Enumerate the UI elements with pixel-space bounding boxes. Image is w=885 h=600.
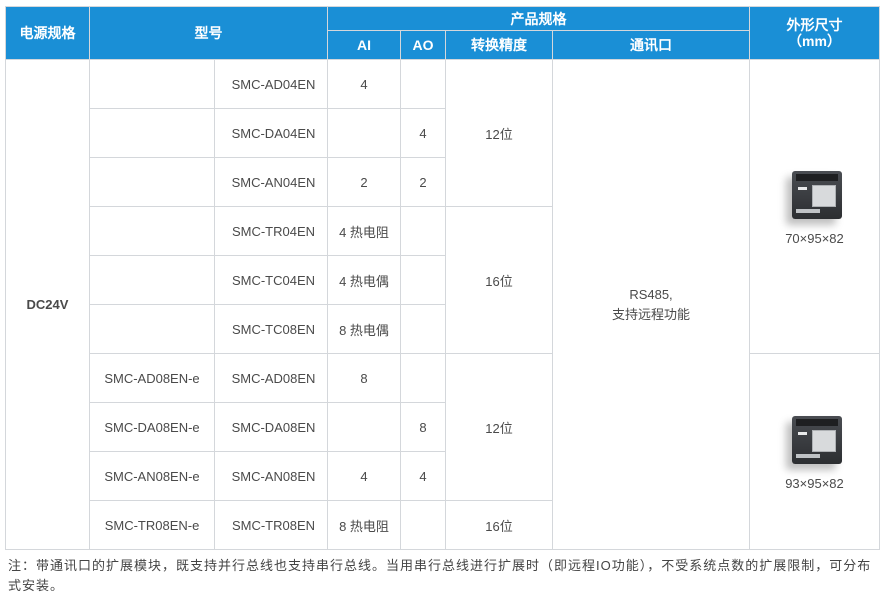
model-ext-cell [89,304,215,354]
ao-cell: 4 [400,451,446,501]
dimension-value: 70×95×82 [785,231,844,246]
ao-cell [400,304,446,354]
precision-cell: 12位 [445,353,553,501]
model-ext-cell [89,59,215,109]
model-ext-cell: SMC-AD08EN-e [89,353,215,403]
ai-cell: 8 [327,353,401,403]
comm-line2: 支持远程功能 [611,306,690,322]
ai-cell: 8 热电阻 [327,500,401,550]
ai-cell: 4 [327,59,401,109]
product-spec-table: 电源规格 型号 产品规格 外形尺寸 （mm） AI AO 转换精度 通讯口 DC… [5,6,880,550]
header-dimension: 外形尺寸 （mm） [749,6,880,60]
table-header: 电源规格 型号 产品规格 外形尺寸 （mm） AI AO 转换精度 通讯口 [5,6,880,60]
module-image [784,167,846,223]
ai-cell [327,108,401,158]
precision-cell: 16位 [445,500,553,550]
model-cell: SMC-TC04EN [214,255,328,305]
comm-cell: RS485, 支持远程功能 [552,59,750,550]
ai-cell [327,402,401,452]
header-comm: 通讯口 [552,30,750,60]
model-cell: SMC-DA08EN [214,402,328,452]
model-cell: SMC-AD04EN [214,59,328,109]
model-cell: SMC-DA04EN [214,108,328,158]
model-cell: SMC-AN04EN [214,157,328,207]
dimension-value: 93×95×82 [785,476,844,491]
model-cell: SMC-TR08EN [214,500,328,550]
ao-cell [400,255,446,305]
comm-line1: RS485, [629,286,673,302]
model-ext-cell: SMC-DA08EN-e [89,402,215,452]
model-cell: SMC-AN08EN [214,451,328,501]
model-ext-cell [89,255,215,305]
ao-cell: 4 [400,108,446,158]
table-body: DC24V SMC-AD04EN 4 12位 RS485, 支持远程功能 70×… [5,59,880,550]
ao-cell: 2 [400,157,446,207]
model-cell: SMC-TC08EN [214,304,328,354]
ao-cell [400,59,446,109]
header-dimension-line2: （mm） [788,33,841,49]
ai-cell: 8 热电偶 [327,304,401,354]
header-spec: 产品规格 [327,6,750,31]
model-ext-cell: SMC-TR08EN-e [89,500,215,550]
model-ext-cell [89,108,215,158]
ao-cell: 8 [400,402,446,452]
ai-cell: 4 热电偶 [327,255,401,305]
model-ext-cell [89,206,215,256]
ai-cell: 4 [327,451,401,501]
precision-cell: 16位 [445,206,553,354]
model-cell: SMC-AD08EN [214,353,328,403]
ai-cell: 2 [327,157,401,207]
ai-cell: 4 热电阻 [327,206,401,256]
header-precision: 转换精度 [445,30,553,60]
module-image [784,412,846,468]
table-row: DC24V SMC-AD04EN 4 12位 RS485, 支持远程功能 70×… [5,59,880,550]
ao-cell [400,500,446,550]
precision-cell: 12位 [445,59,553,207]
dimension-cell: 70×95×82 [749,59,880,354]
model-cell: SMC-TR04EN [214,206,328,256]
power-value: DC24V [5,59,90,550]
header-power: 电源规格 [5,6,90,60]
header-model: 型号 [89,6,328,60]
header-ao: AO [400,30,446,60]
dimension-cell: 93×95×82 [749,353,880,550]
model-ext-cell [89,157,215,207]
model-ext-cell: SMC-AN08EN-e [89,451,215,501]
ao-cell [400,206,446,256]
header-dimension-line1: 外形尺寸 [786,17,843,33]
header-ai: AI [327,30,401,60]
ao-cell [400,353,446,403]
footnote: 注：带通讯口的扩展模块，既支持并行总线也支持串行总线。当用串行总线进行扩展时（即… [8,558,872,593]
